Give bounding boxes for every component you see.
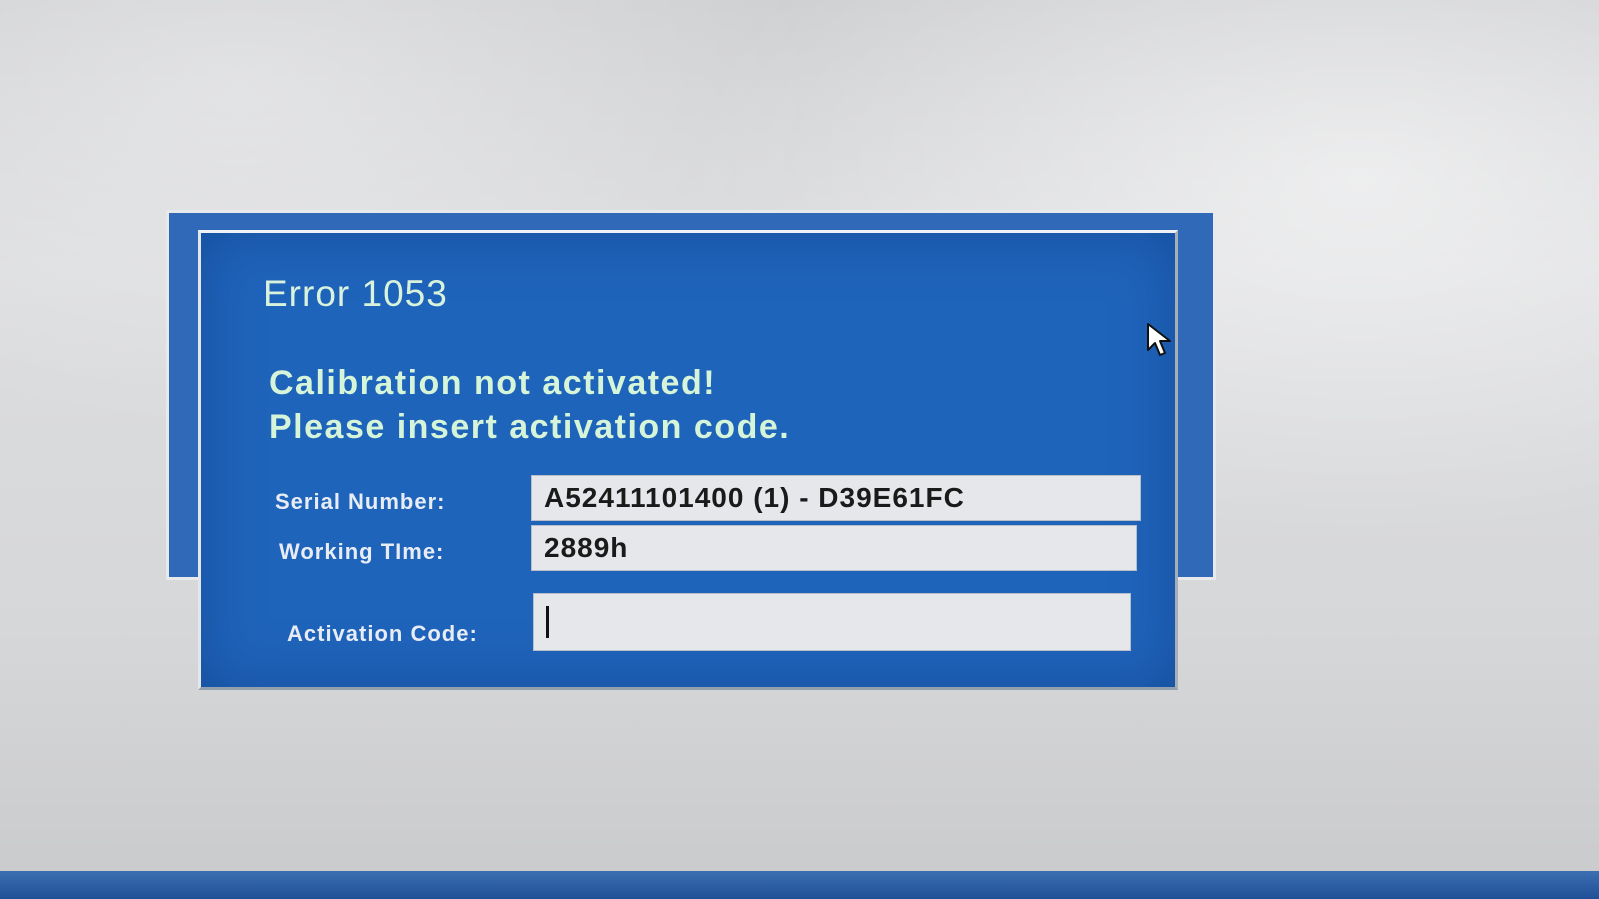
serial-number-label: Serial Number: xyxy=(275,489,446,514)
mouse-pointer-icon xyxy=(1147,323,1171,356)
serial-number-field: A52411101400 (1) - D39E61FC xyxy=(531,475,1141,521)
activation-code-label: Activation Code: xyxy=(287,621,478,646)
activation-code-input[interactable] xyxy=(533,593,1131,651)
text-caret xyxy=(546,606,549,638)
message-line-1: Calibration not activated! xyxy=(269,364,717,402)
error-dialog: Error 1053 Calibration not activated! Pl… xyxy=(198,230,1178,690)
taskbar-strip xyxy=(0,871,1599,899)
working-time-field: 2889h xyxy=(531,525,1137,571)
working-time-label: Working TIme: xyxy=(279,539,445,564)
error-message: Calibration not activated! Please insert… xyxy=(269,361,790,449)
message-line-2: Please insert activation code. xyxy=(269,408,791,446)
error-title: Error 1053 xyxy=(263,273,448,314)
